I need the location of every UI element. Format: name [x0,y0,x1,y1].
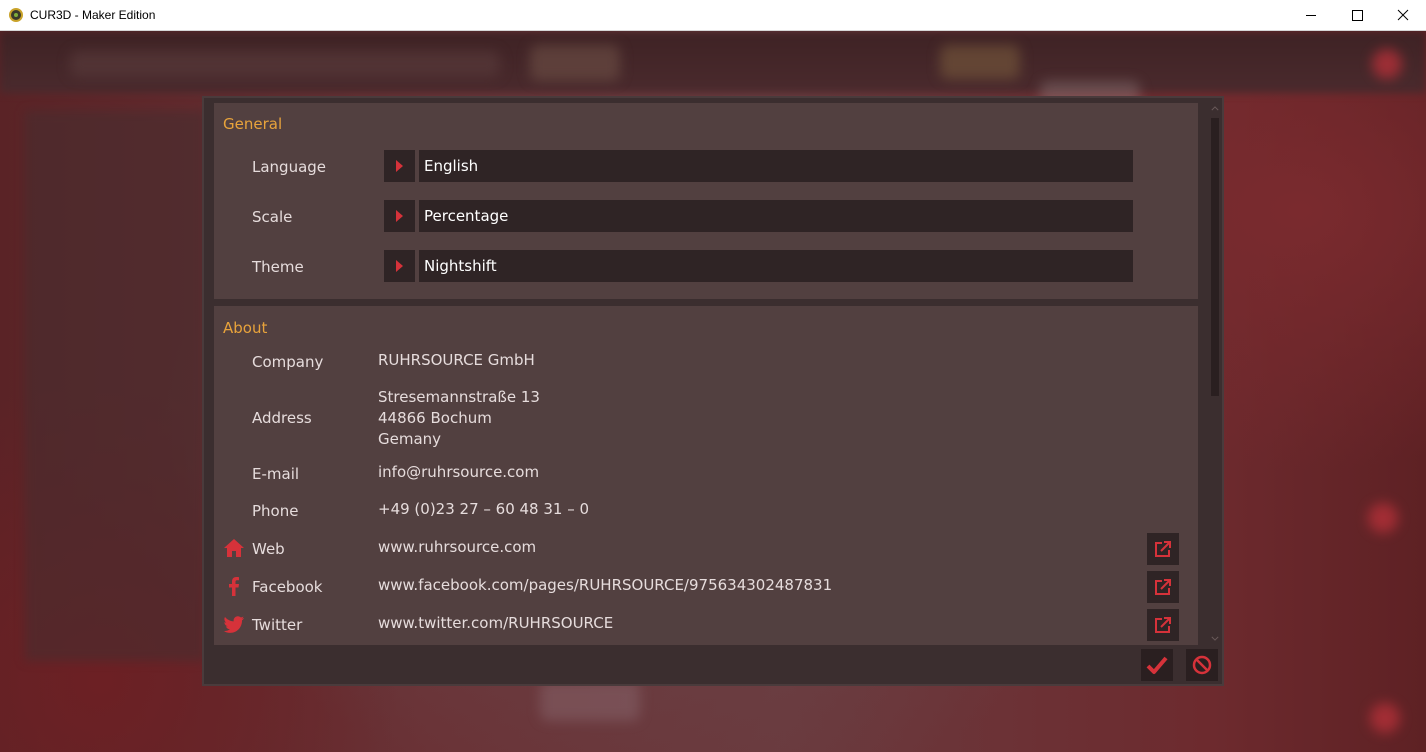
address-line-2: 44866 Bochum [378,409,492,427]
settings-scroll-area[interactable]: General Language English Scale Percentag… [214,103,1198,645]
facebook-icon [223,575,245,597]
phone-label: Phone [252,502,299,520]
external-link-icon [1155,579,1171,595]
window-title: CUR3D - Maker Edition [30,8,156,22]
app-logo-icon [9,8,23,22]
general-section-title: General [223,115,283,133]
web-label: Web [252,540,285,558]
vertical-scrollbar[interactable] [1209,103,1221,645]
language-select[interactable]: English [419,150,1133,182]
confirm-button[interactable] [1141,649,1173,681]
close-icon [1397,9,1409,21]
triangle-right-icon [396,260,403,272]
background-dot [1370,703,1400,733]
address-label: Address [252,409,312,427]
scrollbar-thumb[interactable] [1211,118,1219,396]
phone-value: +49 (0)23 27 – 60 48 31 – 0 [378,500,590,518]
window-titlebar: CUR3D - Maker Edition [0,0,1426,31]
scale-expand-button[interactable] [384,200,415,232]
background-sidebar [25,111,205,661]
company-label: Company [252,353,324,371]
theme-select[interactable]: Nightshift [419,250,1133,282]
background-dot [1368,503,1398,533]
triangle-right-icon [396,160,403,172]
background-blob [940,45,1020,79]
facebook-link[interactable]: www.facebook.com/pages/RUHRSOURCE/975634… [378,575,832,596]
settings-dialog: General Language English Scale Percentag… [202,96,1224,686]
maximize-icon [1351,9,1363,21]
background-blob [540,681,640,721]
email-value: info@ruhrsource.com [378,463,540,481]
triangle-right-icon [396,210,403,222]
minimize-button[interactable] [1288,0,1334,30]
language-label: Language [252,158,327,176]
chevron-down-icon [1211,636,1219,641]
close-window-button[interactable] [1380,0,1426,30]
background-blob [530,45,620,81]
scroll-up-button[interactable] [1209,103,1221,113]
language-expand-button[interactable] [384,150,415,182]
scale-label: Scale [252,208,293,226]
email-label: E-mail [252,465,300,483]
about-section: About Company RUHRSOURCE GmbH Address St… [214,306,1198,645]
company-value: RUHRSOURCE GmbH [378,351,535,369]
minimize-icon [1306,14,1316,16]
open-facebook-button[interactable] [1147,571,1179,603]
theme-label: Theme [252,258,304,276]
background-blob [70,51,500,77]
checkmark-icon [1146,656,1168,674]
about-section-title: About [223,319,268,337]
general-section: General Language English Scale Percentag… [214,103,1198,299]
background-dot [1372,49,1402,79]
external-link-icon [1155,541,1171,557]
twitter-link[interactable]: www.twitter.com/RUHRSOURCE [378,613,613,634]
twitter-icon [223,613,245,635]
open-web-button[interactable] [1147,533,1179,565]
address-line-3: Gemany [378,430,442,448]
maximize-button[interactable] [1334,0,1380,30]
external-link-icon [1155,617,1171,633]
scale-select[interactable]: Percentage [419,200,1133,232]
cancel-button[interactable] [1186,649,1218,681]
facebook-label: Facebook [252,578,323,596]
twitter-label: Twitter [252,616,303,634]
home-icon [223,537,245,559]
prohibited-icon [1192,655,1212,675]
theme-expand-button[interactable] [384,250,415,282]
chevron-up-icon [1211,105,1219,110]
address-line-1: Stresemannstraße 13 [378,388,540,406]
scroll-down-button[interactable] [1209,633,1221,643]
open-twitter-button[interactable] [1147,609,1179,641]
web-link[interactable]: www.ruhrsource.com [378,537,536,558]
